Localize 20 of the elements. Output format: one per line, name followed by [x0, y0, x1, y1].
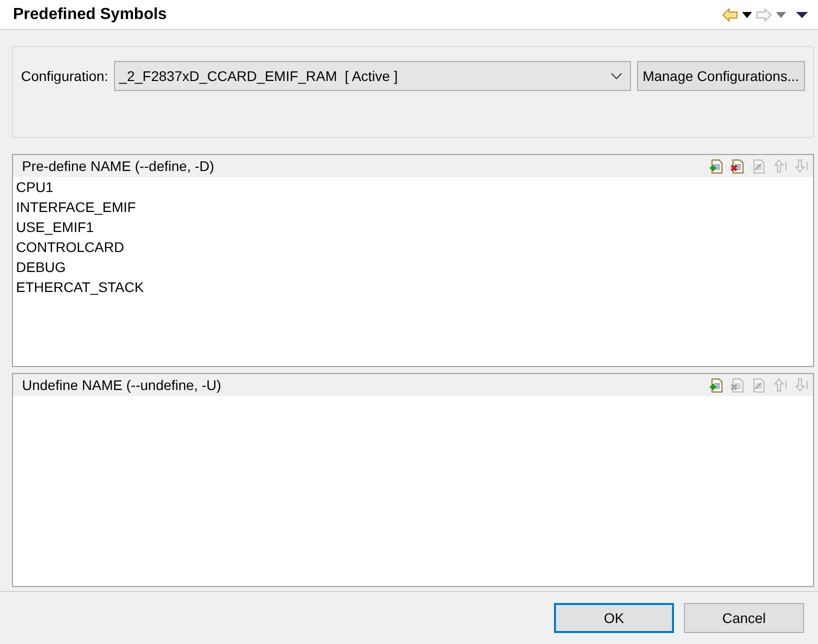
add-icon[interactable]	[709, 158, 725, 174]
configuration-dropdown[interactable]: _2_F2837xD_CCARD_EMIF_RAM [ Active ]	[114, 61, 631, 92]
configuration-label: Configuration:	[21, 67, 108, 86]
chevron-down-icon	[610, 72, 622, 80]
symbol-item[interactable]: ETHERCAT_STACK	[13, 277, 813, 298]
symbol-item[interactable]: INTERFACE_EMIF	[13, 197, 813, 218]
symbol-item[interactable]: CONTROLCARD	[13, 237, 813, 258]
view-menu-icon[interactable]	[796, 12, 808, 18]
dialog-button[interactable]: Cancel	[684, 603, 804, 634]
panel-title: Pre-define NAME (--define, -D)	[22, 158, 214, 174]
dialog-button[interactable]: OK	[554, 603, 674, 634]
symbol-item[interactable]: DEBUG	[13, 257, 813, 278]
panel-title: Undefine NAME (--undefine, -U)	[22, 377, 222, 394]
symbol-item[interactable]: CPU1	[13, 177, 813, 198]
page-title: Predefined Symbols	[13, 6, 167, 24]
manage-configurations-button[interactable]: Manage Configurations...	[636, 61, 805, 92]
add-icon[interactable]	[709, 377, 725, 394]
dropdown-caret-icon[interactable]	[742, 12, 752, 18]
delete-icon[interactable]	[730, 158, 746, 174]
symbol-item[interactable]: USE_EMIF1	[13, 217, 813, 238]
